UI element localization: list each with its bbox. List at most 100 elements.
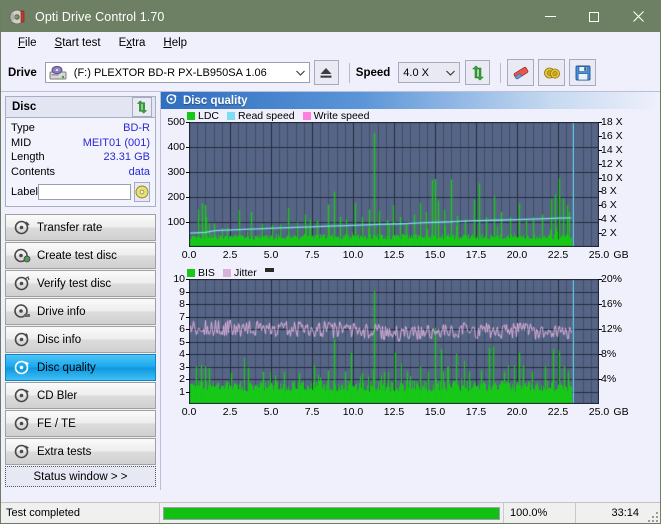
sidebar-item-label: Disc info bbox=[37, 333, 82, 346]
save-button[interactable] bbox=[569, 59, 597, 86]
y-tick-mark bbox=[186, 329, 190, 330]
y2-tick-label: 8% bbox=[601, 348, 617, 360]
disc-label-row: Label bbox=[11, 182, 150, 202]
x-tick-label: 20.0 bbox=[506, 249, 528, 261]
toolbar: Drive (F:) PLEXTOR BD-R PX-LB950SA 1.06 bbox=[1, 54, 660, 92]
legend-label-read-speed: Read speed bbox=[238, 109, 295, 122]
sidebar-item-create-test-disc[interactable]: Create test disc bbox=[5, 242, 156, 269]
sidebar-item-disc-quality[interactable]: Disc quality bbox=[5, 354, 156, 381]
y2-tick-mark bbox=[598, 122, 602, 123]
y-tick-label: 10 bbox=[173, 273, 185, 285]
disc-panel-header: Disc bbox=[6, 97, 155, 118]
disc-refresh-button[interactable] bbox=[132, 97, 152, 117]
erase-button[interactable] bbox=[507, 59, 535, 86]
x-axis-unit: GB bbox=[613, 249, 629, 261]
y-tick-label: 100 bbox=[167, 216, 185, 228]
y-tick-mark bbox=[186, 379, 190, 380]
menu-help[interactable]: Help bbox=[154, 35, 196, 51]
ldc-chart-legend: LDC Read speed Write speed bbox=[161, 109, 660, 122]
x-tick-label: 2.5 bbox=[222, 249, 238, 261]
x-tick-label: 22.5 bbox=[547, 406, 569, 418]
y2-tick-mark bbox=[598, 304, 602, 305]
status-bar: Test completed 100.0% 33:14 bbox=[1, 502, 660, 523]
menu-extra[interactable]: Extra bbox=[110, 35, 155, 51]
y2-tick-mark bbox=[598, 191, 602, 192]
content-header: Disc quality bbox=[161, 92, 660, 109]
sidebar-item-extra-tests[interactable]: Extra tests bbox=[5, 438, 156, 465]
x-tick-label: 7.5 bbox=[304, 249, 320, 261]
x-tick-label: 22.5 bbox=[547, 249, 569, 261]
menu-extra-label: tra bbox=[132, 37, 146, 49]
y-tick-label: 300 bbox=[167, 166, 185, 178]
sidebar-item-label: Drive info bbox=[37, 305, 86, 318]
nav-list: Transfer rate Create test disc Verify te… bbox=[5, 214, 156, 466]
eject-button[interactable] bbox=[313, 60, 339, 85]
close-button[interactable] bbox=[616, 1, 660, 32]
sidebar-item-label: Transfer rate bbox=[37, 221, 103, 234]
y2-tick-label: 16% bbox=[601, 298, 623, 310]
sidebar-item-drive-info[interactable]: Drive info bbox=[5, 298, 156, 325]
sidebar-item-disc-info[interactable]: Disc info bbox=[5, 326, 156, 353]
y2-tick-mark bbox=[598, 219, 602, 220]
y-tick-mark bbox=[186, 122, 190, 123]
status-window-button[interactable]: Status window > > bbox=[5, 466, 156, 487]
y-tick-mark bbox=[186, 367, 190, 368]
ldc-plot[interactable]: 100 200 300 400 500 2 X4 X6 X8 X 10 X 12 X 14 X… bbox=[161, 116, 660, 263]
bis-chart-container: BIS Jitter 1 2 3 4 5 6 7 8 9 10 4% 8% 12% 16% 20% 0.0… bbox=[161, 266, 660, 420]
y-tick-mark bbox=[186, 342, 190, 343]
x-tick-label: 20.0 bbox=[506, 406, 528, 418]
y-tick-mark bbox=[186, 172, 190, 173]
sidebar-item-verify-test-disc[interactable]: Verify test disc bbox=[5, 270, 156, 297]
menu-file[interactable]: File bbox=[9, 35, 46, 51]
sidebar-item-transfer-rate[interactable]: Transfer rate bbox=[5, 214, 156, 241]
disc-drive-icon bbox=[14, 303, 31, 320]
drive-select[interactable]: (F:) PLEXTOR BD-R PX-LB950SA 1.06 bbox=[44, 62, 310, 83]
sidebar-item-label: Extra tests bbox=[37, 445, 92, 458]
menu-bar: File Start test Extra Help bbox=[1, 32, 660, 54]
disc-label-input[interactable] bbox=[37, 184, 131, 200]
y-tick-label: 9 bbox=[179, 285, 185, 298]
content-title: Disc quality bbox=[183, 94, 248, 107]
legend-bis: BIS bbox=[187, 267, 215, 279]
disc-info-rows: Type BD-R MID MEIT01 (001) Length 23.31 … bbox=[6, 118, 155, 206]
y2-tick-label: 4% bbox=[601, 373, 617, 385]
chevron-down-icon bbox=[442, 70, 459, 76]
disc-row-type: Type BD-R bbox=[11, 121, 150, 136]
progress-fill bbox=[164, 507, 499, 519]
sidebar-item-fe-te[interactable]: FE / TE bbox=[5, 410, 156, 437]
y2-tick-label: 4 X bbox=[601, 213, 617, 226]
y2-tick-label: 12% bbox=[601, 323, 623, 335]
sidebar-item-cd-bler[interactable]: CD Bler bbox=[5, 382, 156, 409]
main-body: Disc Type BD-R MID MEIT01 (001) Length 2… bbox=[1, 92, 660, 522]
x-tick-label: 10.0 bbox=[342, 406, 364, 418]
y-tick-label: 4 bbox=[179, 348, 185, 360]
y2-tick-mark bbox=[598, 329, 602, 330]
legend-swatch-write-speed bbox=[302, 111, 311, 120]
speed-select[interactable]: 4.0 X bbox=[398, 62, 461, 83]
x-tick-label: 0.0 bbox=[181, 406, 197, 418]
disc-panel: Disc Type BD-R MID MEIT01 (001) Length 2… bbox=[5, 96, 156, 207]
speed-value: 4.0 X bbox=[403, 66, 429, 79]
minimize-button[interactable] bbox=[528, 1, 572, 32]
ldc-chart-container: LDC Read speed Write speed 100 200 300 400 5… bbox=[161, 109, 660, 263]
bis-plot[interactable]: 1 2 3 4 5 6 7 8 9 10 4% 8% 12% 16% 20% 0.0 2.5 5.0 7.5 10… bbox=[161, 273, 660, 420]
ldc-y-axis: 100 200 300 400 500 bbox=[161, 116, 190, 247]
disc-row-length-value: 23.31 GB bbox=[103, 151, 150, 163]
disc-row-contents: Contents data bbox=[11, 165, 150, 180]
y-tick-label: 3 bbox=[179, 360, 185, 373]
disc-extra-icon bbox=[14, 443, 31, 460]
drive-value: (F:) PLEXTOR BD-R PX-LB950SA 1.06 bbox=[73, 66, 267, 79]
refresh-button[interactable] bbox=[465, 60, 491, 85]
menu-start-test[interactable]: Start test bbox=[46, 35, 110, 51]
disc-row-mid: MID MEIT01 (001) bbox=[11, 136, 150, 151]
resize-grip[interactable] bbox=[647, 503, 660, 524]
y2-tick-label: 12 X bbox=[601, 157, 623, 170]
disc-label-button[interactable] bbox=[134, 182, 150, 202]
disc-row-mid-key: MID bbox=[11, 136, 32, 149]
y-tick-label: 1 bbox=[179, 385, 185, 398]
x-tick-label: 15.0 bbox=[424, 406, 446, 418]
y2-tick-mark bbox=[598, 136, 602, 137]
x-tick-label: 15.0 bbox=[424, 249, 446, 261]
coins-button[interactable] bbox=[538, 59, 566, 86]
maximize-button[interactable] bbox=[572, 1, 616, 32]
